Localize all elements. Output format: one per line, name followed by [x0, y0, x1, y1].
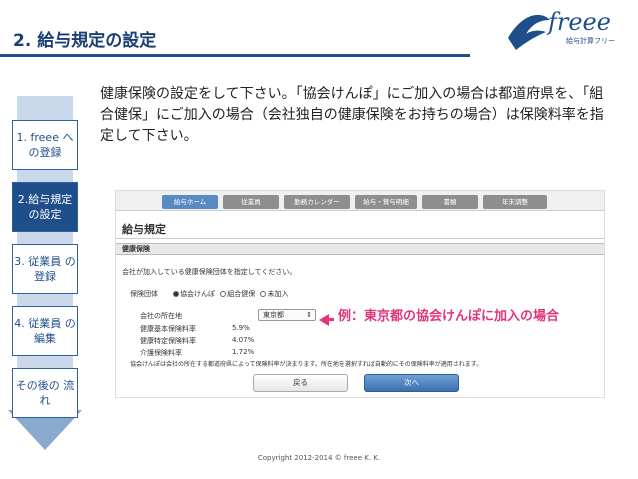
step-3: 3. 従業員 の登録 — [12, 244, 78, 294]
slide: 2. 給与規定の設定 freee 給与計算フリー 健康保険の設定をして下さい。「… — [0, 0, 638, 479]
step-4: 4. 従業員 の編集 — [12, 306, 78, 356]
tab-documents[interactable]: 書類 — [422, 195, 478, 209]
title-underline — [0, 54, 470, 57]
step-2-current: 2.給与規定 の設定 — [12, 182, 78, 232]
step-1: 1. freee への登録 — [12, 120, 78, 170]
radio-kumiai-label: 組合健保 — [227, 290, 256, 298]
back-button[interactable]: 戻る — [253, 374, 348, 392]
radio-kyokai[interactable] — [173, 290, 179, 297]
intro-text: 健康保険の設定をして下さい。「協会けんぽ」にご加入の場合は都道府県を、「組合健保… — [100, 86, 604, 144]
insurer-label: 保険団体 — [130, 290, 158, 298]
app-screenshot: 給与ホーム 従業員 勤務カレンダー 給与・賞与明細 書類 年末調整 給与規定 健… — [115, 190, 605, 398]
rate-label-care: 介護保険料率 — [140, 349, 182, 357]
tab-employees[interactable]: 従業員 — [223, 195, 279, 209]
radio-none[interactable] — [260, 290, 267, 297]
step-5: その後の 流れ — [12, 368, 78, 418]
rate-value-care: 1.72% — [232, 348, 255, 356]
next-button[interactable]: 次へ — [364, 374, 459, 392]
insurer-radio-group: 協会けんぽ 組合健保 未加入 — [170, 289, 288, 299]
tab-payslips[interactable]: 給与・賞与明細 — [355, 195, 417, 209]
divider — [116, 238, 604, 239]
slide-title: 2. 給与規定の設定 — [13, 31, 157, 51]
logo-wordmark: freee — [548, 8, 611, 36]
chevron-updown-icon: ⇕ — [306, 311, 312, 319]
section-description: 会社が加入している健康保険団体を指定してください。 — [122, 268, 297, 276]
copyright: Copyright 2012-2014 © freee K. K. — [257, 454, 381, 462]
logo-subtitle: 給与計算フリー — [566, 37, 615, 45]
insurance-note: 協会けんぽは会社の所在する都道府県によって保険料率が決まります。所在地を選択すれ… — [130, 361, 483, 368]
rate-value-basic: 5.9% — [232, 324, 250, 332]
rate-value-specific: 4.07% — [232, 336, 255, 344]
prefecture-select[interactable]: 東京都 ⇕ — [258, 309, 316, 321]
rate-label-basic: 健康基本保険料率 — [140, 325, 196, 333]
prefecture-label: 会社の所在地 — [140, 312, 182, 320]
rate-label-specific: 健康特定保険料率 — [140, 337, 196, 345]
settings-page-title: 給与規定 — [122, 223, 166, 236]
app-nav-bar: 給与ホーム 従業員 勤務カレンダー 給与・賞与明細 書類 年末調整 — [116, 191, 604, 211]
radio-none-label: 未加入 — [267, 290, 289, 298]
tab-payroll-home[interactable]: 給与ホーム — [162, 195, 218, 209]
health-insurance-header: 健康保険 — [116, 243, 604, 255]
radio-kumiai[interactable] — [220, 290, 227, 297]
radio-kyokai-label: 協会けんぽ — [180, 290, 215, 298]
tab-year-end[interactable]: 年末調整 — [483, 195, 547, 209]
prefecture-value: 東京都 — [263, 311, 284, 319]
tab-work-calendar[interactable]: 勤務カレンダー — [284, 195, 350, 209]
example-annotation: 例：東京都の協会けんぽに加入の場合 — [338, 309, 560, 324]
